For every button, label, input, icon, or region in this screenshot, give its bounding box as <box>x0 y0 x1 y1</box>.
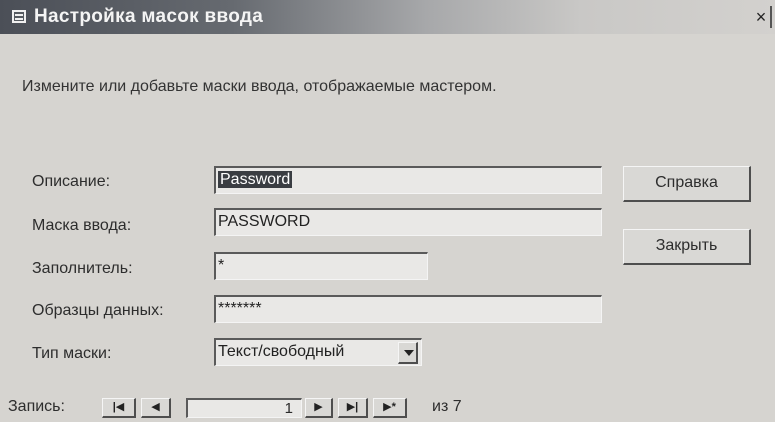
input-mask-dialog: Настройка масок ввода × Измените или доб… <box>0 0 775 422</box>
instruction-text: Измените или добавьте маски ввода, отобр… <box>22 78 497 95</box>
record-total: из 7 <box>432 398 462 415</box>
mask-type-select[interactable]: Текст/свободный <box>214 338 422 366</box>
record-label: Запись: <box>8 398 65 415</box>
mask-type-label: Тип маски: <box>32 345 112 362</box>
record-number-field[interactable]: 1 <box>186 398 302 418</box>
last-record-button[interactable]: ▶| <box>338 398 368 418</box>
description-label: Описание: <box>32 173 111 190</box>
close-icon[interactable]: × <box>752 6 772 28</box>
chevron-down-icon[interactable] <box>398 342 418 364</box>
sample-data-field[interactable]: ******* <box>214 295 602 323</box>
dialog-title: Настройка масок ввода <box>34 6 264 27</box>
input-mask-label: Маска ввода: <box>32 217 132 234</box>
placeholder-field[interactable]: * <box>214 252 428 280</box>
input-mask-field[interactable]: PASSWORD <box>214 208 602 236</box>
description-field[interactable]: Password <box>214 166 602 194</box>
form-icon <box>12 10 26 23</box>
help-button[interactable]: Справка <box>623 166 751 202</box>
close-button[interactable]: Закрыть <box>623 229 751 265</box>
new-record-button[interactable]: ▶* <box>373 398 407 418</box>
sample-data-label: Образцы данных: <box>32 302 164 319</box>
next-record-button[interactable]: ▶ <box>305 398 333 418</box>
title-bar: Настройка масок ввода × <box>0 0 775 34</box>
prev-record-button[interactable]: ◀ <box>141 398 171 418</box>
description-value: Password <box>218 171 293 188</box>
placeholder-label: Заполнитель: <box>32 260 133 277</box>
first-record-button[interactable]: |◀ <box>102 398 136 418</box>
